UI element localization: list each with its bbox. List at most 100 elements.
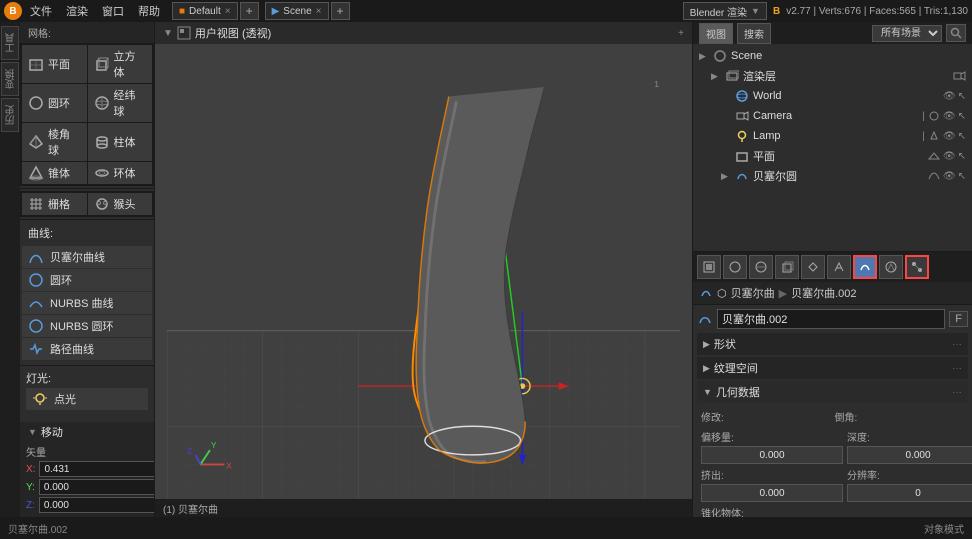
editor-tab-1[interactable]: ■ Default × [172,2,238,20]
props-tab-scene[interactable] [723,255,747,279]
bezier-icon [735,169,749,183]
world-cursor-icon[interactable]: ↖ [958,91,966,102]
mesh-cylinder[interactable]: 柱体 [88,123,153,161]
vtab-history[interactable]: 历史 [1,98,19,132]
outliner-camera[interactable]: Camera | 👁 ↖ [693,106,972,126]
camera-visible-icon[interactable]: 👁 [943,111,956,122]
mesh-cube[interactable]: 立方体 [88,45,153,83]
props-tab-modifiers[interactable] [827,255,851,279]
render-engine-label: Blender 渲染 [690,4,747,19]
mesh-uvsphere[interactable]: 经纬球 [88,84,153,122]
outliner-plane[interactable]: 平面 👁 ↖ [693,146,972,166]
outliner-renderlayer[interactable]: ▶ 渲染层 [693,66,972,86]
light-point[interactable]: 点光 [26,388,148,410]
texture-space-header[interactable]: ▶ 纹理空间 ··· [697,357,968,379]
curve-nurbs-circle[interactable]: NURBS 圆环 [22,315,152,337]
outliner-world[interactable]: World 👁 ↖ [693,86,972,106]
outliner-search-tab[interactable]: 搜索 [737,23,771,44]
vtab-tools[interactable]: 工具 [1,26,19,60]
tab2-close[interactable]: × [316,6,322,17]
status-mode: 对象模式 [924,521,964,536]
curve-bezier[interactable]: 贝塞尔曲线 [22,246,152,268]
bezier-label: 贝塞尔圆 [753,168,923,184]
viewport-canvas[interactable]: X Y Z 1 (1) 贝塞尔曲 [155,44,692,517]
vtab-transform[interactable]: 变换 [1,62,19,96]
mesh-icosphere[interactable]: 棱角球 [22,123,87,161]
renderlayer-expand: ▶ [711,71,721,82]
outliner-view-tab[interactable]: 视图 [699,23,733,44]
outliner-lamp[interactable]: Lamp | 👁 ↖ [693,126,972,146]
move-label-text: 移动 [41,424,63,440]
extrude-resolution-row: 挤出: 分辨率: [701,467,964,502]
offset-input[interactable] [701,446,843,464]
top-right: Blender 渲染 ▼ B v2.77 | Verts:676 | Faces… [683,2,968,20]
props-tab-render[interactable] [697,255,721,279]
mesh-plane[interactable]: 平面 [22,45,87,83]
menu-window[interactable]: 窗口 [96,1,130,21]
transform-fields: X: Y: Z: [26,461,148,513]
resolution-input[interactable] [847,484,972,502]
world-visible-icon[interactable]: 👁 [943,91,956,102]
menu-file[interactable]: 文件 [24,1,58,21]
props-tab-material[interactable] [879,255,903,279]
menu-help[interactable]: 帮助 [132,1,166,21]
props-tab-constraints[interactable] [801,255,825,279]
scope-dropdown[interactable]: 所有场景 [872,25,942,42]
outliner-search-btn[interactable] [946,24,966,42]
editor-tabs: ■ Default × + ▶ Scene × + [172,2,350,20]
props-tab-data[interactable] [853,255,877,279]
tab2-add-btn[interactable]: + [331,2,350,20]
y-value-input[interactable] [39,479,155,495]
scene-label: Scene [731,50,966,62]
bezier-cursor-icon[interactable]: ↖ [958,171,966,182]
shape-triangle: ▶ [703,339,710,350]
top-menubar: B 文件 渲染 窗口 帮助 ■ Default × + ▶ Scene × + … [0,0,972,22]
plane-cursor-icon[interactable]: ↖ [958,151,966,162]
geometry-section-header[interactable]: ▼ 几何数据 ··· [697,381,968,403]
mesh-grid-item[interactable]: 栅格 [22,193,87,215]
tab1-close[interactable]: × [225,6,231,17]
lights-section: 灯光: 点光 [20,368,154,413]
curve-nurbs[interactable]: NURBS 曲线 [22,292,152,314]
obj-name-input[interactable] [717,309,945,329]
props-tab-particles[interactable] [905,255,929,279]
camera-cursor-icon[interactable]: ↖ [958,111,966,122]
mesh-circle[interactable]: 圆环 [22,84,87,122]
lamp-cursor-icon[interactable]: ↖ [958,131,966,142]
bezier-curve-icon [927,169,941,183]
f-badge[interactable]: F [949,311,968,327]
mesh-cone[interactable]: 锥体 [22,162,87,184]
plane-visible-icon[interactable]: 👁 [943,151,956,162]
editor-tab-2[interactable]: ▶ Scene × [265,2,329,20]
z-axis-label: Z: [26,500,35,511]
taper-label: 锥化物体: [701,505,964,517]
modify-label: 修改: [701,409,831,424]
menu-render[interactable]: 渲染 [60,1,94,21]
world-icon [735,89,749,103]
tab-add-btn[interactable]: + [240,2,259,20]
props-tab-object[interactable] [775,255,799,279]
outliner-bezier-circle[interactable]: ▶ 贝塞尔圆 👁 ↖ [693,166,972,186]
props-content: F ▶ 形状 ··· ▶ 纹理空间 ··· ▼ 几何数据 ··· [693,305,972,517]
blender-logo[interactable]: B [4,2,22,20]
depth-input[interactable] [847,446,972,464]
mesh-torus[interactable]: 环体 [88,162,153,184]
svg-text:Z: Z [187,446,192,456]
lamp-type-icon [927,129,941,143]
render-engine-dropdown[interactable]: Blender 渲染 ▼ [683,2,767,20]
z-value-input[interactable] [39,497,155,513]
scene-icon [713,49,727,63]
curve-path[interactable]: 路径曲线 [22,338,152,360]
outliner-content: ▶ Scene ▶ 渲染层 World 👁 ↖ [693,44,972,251]
x-value-input[interactable] [39,461,155,477]
viewport-corner-plus[interactable]: + [678,28,684,39]
curve-circle[interactable]: 圆环 [22,269,152,291]
shape-section-header[interactable]: ▶ 形状 ··· [697,333,968,355]
extrude-input[interactable] [701,484,843,502]
offset-depth-row: 偏移量: 深度: [701,429,964,464]
mesh-monkey[interactable]: 猴头 [88,193,153,215]
bezier-visible-icon[interactable]: 👁 [943,171,956,182]
outliner-scene[interactable]: ▶ Scene [693,46,972,66]
lamp-visible-icon[interactable]: 👁 [943,131,956,142]
props-tab-world[interactable] [749,255,773,279]
